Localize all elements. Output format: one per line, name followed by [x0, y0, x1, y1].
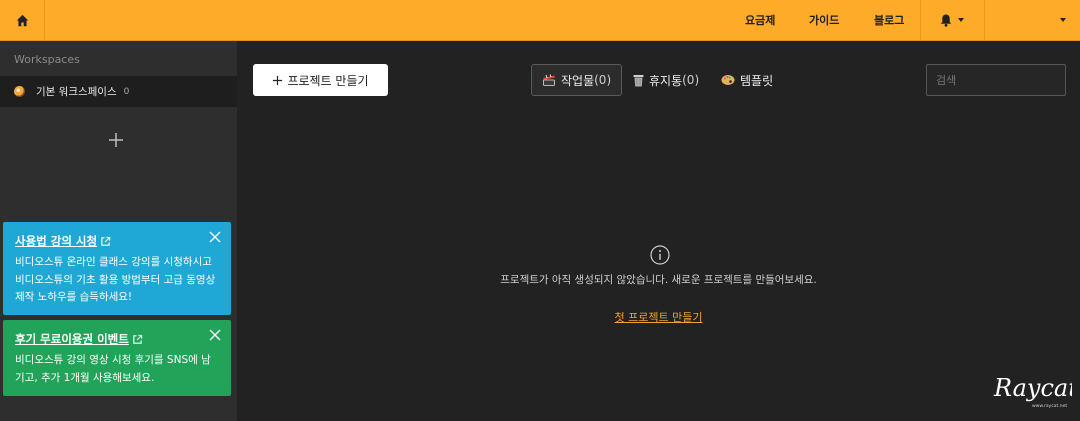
sidebar: Workspaces 기본 워크스페이스 0 사용법 강의 시청 비디오스튜 온…	[0, 41, 237, 421]
chevron-down-icon	[1060, 18, 1066, 22]
event-card-body: 비디오스튜 강의 영상 시청 후기를 SNS에 남기고, 추가 1개월 사용해보…	[15, 354, 211, 384]
workspace-name: 기본 워크스페이스	[36, 86, 117, 98]
close-icon[interactable]	[209, 231, 221, 243]
account-menu-button[interactable]	[1060, 0, 1066, 40]
course-card-title[interactable]: 사용법 강의 시청	[15, 233, 219, 249]
watermark-url: www.raycat.net	[1032, 403, 1067, 409]
tab-trash-count: (0)	[682, 73, 700, 87]
brand-watermark: Raycat www.raycat.net	[993, 374, 1072, 409]
film-clapper-icon	[543, 74, 555, 86]
course-card-body: 비디오스튜 온라인 클래스 강의를 시청하시고 비디오스튜의 기초 활용 방법부…	[15, 256, 216, 303]
create-first-project-link[interactable]: 첫 프로젝트 만들기	[237, 309, 1080, 325]
trash-icon	[633, 74, 644, 86]
course-card-title-text: 사용법 강의 시청	[15, 234, 98, 248]
notification-button[interactable]	[940, 0, 964, 40]
home-icon	[16, 14, 28, 26]
nav-divider	[984, 0, 985, 40]
tab-projects-label: 작업물	[561, 73, 595, 88]
workspace-count: 0	[123, 86, 130, 97]
tab-trash[interactable]: 휴지통 (0)	[633, 64, 699, 96]
top-bar: 요금제 가이드 블로그	[0, 0, 1080, 41]
close-icon[interactable]	[209, 329, 221, 341]
external-link-icon	[133, 334, 142, 344]
tab-trash-label: 휴지통	[649, 73, 683, 88]
new-project-button[interactable]: 프로젝트 만들기	[253, 64, 388, 96]
event-card[interactable]: 후기 무료이용권 이벤트 비디오스튜 강의 영상 시청 후기를 SNS에 남기고…	[3, 320, 231, 396]
chevron-down-icon	[958, 18, 964, 22]
home-button[interactable]	[0, 0, 45, 40]
tab-projects-count: (0)	[594, 73, 612, 87]
bell-icon	[940, 14, 952, 27]
empty-state-message: 프로젝트가 아직 생성되지 않았습니다. 새로운 프로젝트를 만들어보세요.	[500, 274, 817, 286]
nav-guide[interactable]: 가이드	[809, 0, 839, 40]
sidebar-title: Workspaces	[14, 53, 80, 66]
external-link-icon	[101, 236, 111, 246]
course-card[interactable]: 사용법 강의 시청 비디오스튜 온라인 클래스 강의를 시청하시고 비디오스튜의…	[3, 222, 231, 315]
add-workspace-icon[interactable]	[107, 131, 125, 149]
watermark-brand: Raycat	[993, 374, 1072, 402]
nav-blog[interactable]: 블로그	[874, 0, 904, 40]
info-icon	[650, 245, 670, 265]
nav-divider	[920, 0, 921, 40]
plus-icon	[273, 75, 283, 85]
new-project-label: 프로젝트 만들기	[287, 73, 369, 88]
palette-icon	[721, 75, 735, 85]
nav-pricing[interactable]: 요금제	[745, 0, 775, 40]
event-card-title[interactable]: 후기 무료이용권 이벤트	[15, 331, 219, 347]
main-panel: 프로젝트 만들기 작업물 (0) 휴지통 (0) 템플릿	[237, 41, 1080, 421]
search-input[interactable]	[926, 64, 1066, 96]
workspace-item[interactable]: 기본 워크스페이스 0	[0, 76, 237, 107]
tab-templates-label: 템플릿	[740, 73, 774, 88]
workspace-icon	[14, 86, 25, 97]
tab-templates[interactable]: 템플릿	[721, 64, 773, 96]
tab-projects[interactable]: 작업물 (0)	[531, 64, 623, 96]
event-card-title-text: 후기 무료이용권 이벤트	[15, 332, 129, 346]
